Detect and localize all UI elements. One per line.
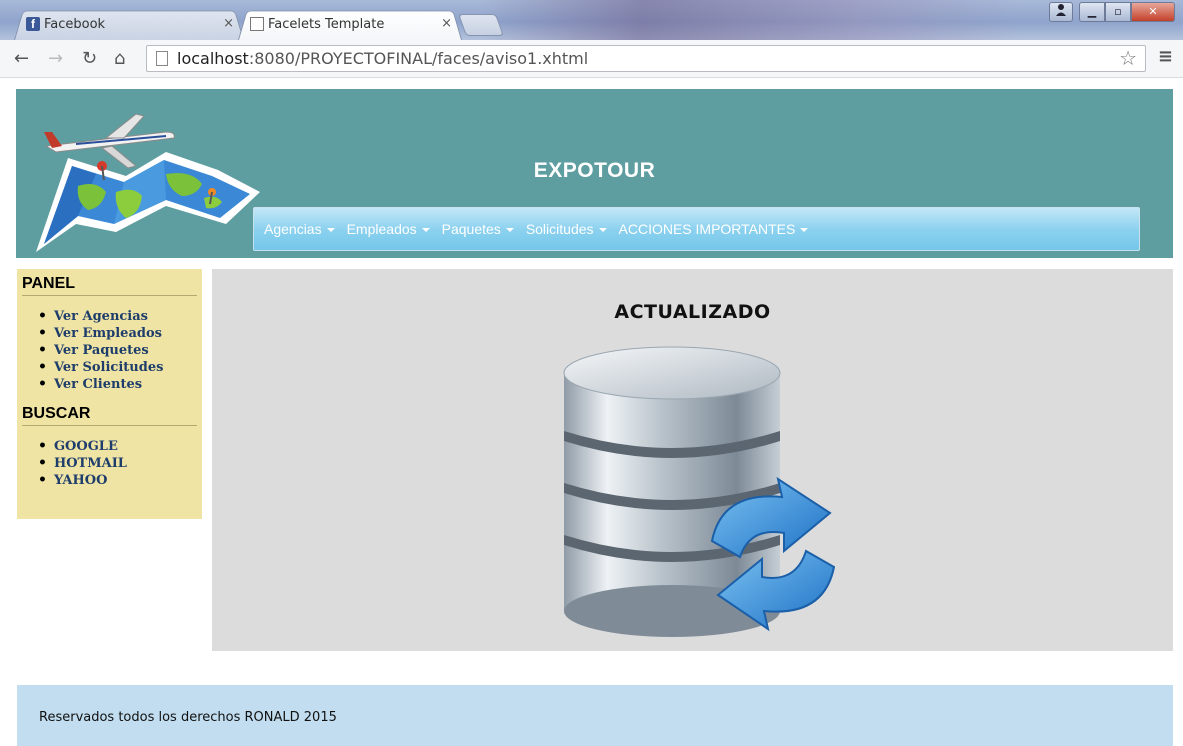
nav-acciones-importantes[interactable]: ACCIONES IMPORTANTES (619, 221, 809, 237)
search-heading: BUSCAR (22, 405, 197, 426)
document-icon (250, 17, 264, 31)
caret-down-icon (326, 228, 335, 232)
window-frame-background (480, 0, 1020, 40)
new-tab-button[interactable] (457, 14, 505, 36)
nav-solicitudes[interactable]: Solicitudes (526, 221, 607, 237)
list-item: Ver Clientes (38, 376, 197, 393)
list-item: Ver Paquetes (38, 342, 197, 359)
sidebar: PANEL Ver Agencias Ver Empleados Ver Paq… (17, 269, 202, 519)
list-item: Ver Agencias (38, 308, 197, 325)
list-item: GOOGLE (38, 438, 197, 455)
close-tab-icon[interactable]: × (223, 16, 234, 31)
window-close-icon[interactable]: ✕ (1131, 2, 1175, 22)
nav-label: Solicitudes (525, 221, 594, 237)
list-item: Ver Solicitudes (38, 359, 197, 376)
panel-links: Ver Agencias Ver Empleados Ver Paquetes … (38, 308, 197, 393)
link-google[interactable]: GOOGLE (54, 438, 118, 455)
main-content: ACTUALIZADO (212, 269, 1173, 651)
panel-heading: PANEL (22, 275, 197, 296)
content-heading: ACTUALIZADO (614, 301, 771, 323)
nav-paquetes[interactable]: Paquetes (442, 221, 514, 237)
user-profile-icon[interactable] (1049, 2, 1073, 22)
page-icon (156, 51, 168, 66)
caret-down-icon (421, 228, 430, 232)
tab-facelets-template[interactable]: Facelets Template × (238, 8, 462, 40)
nav-label: ACCIONES IMPORTANTES (618, 221, 796, 237)
link-yahoo[interactable]: YAHOO (54, 472, 107, 489)
url-path: :8080/PROYECTOFINAL/faces/aviso1.xhtml (248, 49, 589, 68)
reload-icon[interactable]: ↻ (82, 48, 97, 69)
maximize-icon[interactable]: ▫ (1105, 2, 1131, 22)
browser-toolbar: ← → ↻ ⌂ localhost:8080/PROYECTOFINAL/fac… (0, 40, 1183, 78)
tab-title: Facelets Template (268, 16, 385, 32)
url-host: localhost (177, 49, 249, 68)
nav-label: Paquetes (441, 221, 501, 237)
address-bar[interactable]: localhost:8080/PROYECTOFINAL/faces/aviso… (146, 45, 1146, 72)
link-ver-solicitudes[interactable]: Ver Solicitudes (54, 359, 163, 376)
database-refresh-icon (563, 346, 836, 637)
close-tab-icon[interactable]: × (441, 16, 452, 31)
nav-label: Agencias (264, 221, 322, 237)
bookmark-star-icon[interactable]: ☆ (1119, 46, 1137, 71)
list-item: Ver Empleados (38, 325, 197, 342)
caret-down-icon (598, 228, 607, 232)
list-item: YAHOO (38, 472, 197, 489)
search-links: GOOGLE HOTMAIL YAHOO (38, 438, 197, 489)
back-icon[interactable]: ← (14, 48, 29, 69)
link-ver-agencias[interactable]: Ver Agencias (54, 308, 148, 325)
nav-agencias[interactable]: Agencias (264, 221, 335, 237)
list-item: HOTMAIL (38, 455, 197, 472)
facebook-icon: f (26, 17, 40, 31)
travel-map-logo (36, 113, 260, 252)
caret-down-icon (505, 228, 514, 232)
menu-icon[interactable]: ≡ (1158, 46, 1173, 67)
caret-down-icon (800, 228, 809, 232)
nav-label: Empleados (346, 221, 417, 237)
link-ver-clientes[interactable]: Ver Clientes (54, 376, 142, 393)
footer-copyright: Reservados todos los derechos RONALD 201… (39, 710, 337, 725)
main-nav: Agencias Empleados Paquetes Solicitudes … (253, 207, 1140, 251)
forward-icon[interactable]: → (48, 48, 63, 69)
link-hotmail[interactable]: HOTMAIL (54, 455, 127, 472)
link-ver-paquetes[interactable]: Ver Paquetes (54, 342, 149, 359)
browser-tab-strip: f Facebook × Facelets Template × ▁ ▫ ✕ (0, 0, 1183, 40)
nav-empleados[interactable]: Empleados (347, 221, 430, 237)
tab-title: Facebook (44, 16, 106, 32)
tab-facebook[interactable]: f Facebook × (14, 8, 244, 40)
link-ver-empleados[interactable]: Ver Empleados (54, 325, 162, 342)
minimize-icon[interactable]: ▁ (1079, 2, 1105, 22)
home-icon[interactable]: ⌂ (114, 48, 125, 69)
window-controls: ▁ ▫ ✕ (1049, 2, 1175, 22)
site-footer: Reservados todos los derechos RONALD 201… (17, 685, 1173, 746)
